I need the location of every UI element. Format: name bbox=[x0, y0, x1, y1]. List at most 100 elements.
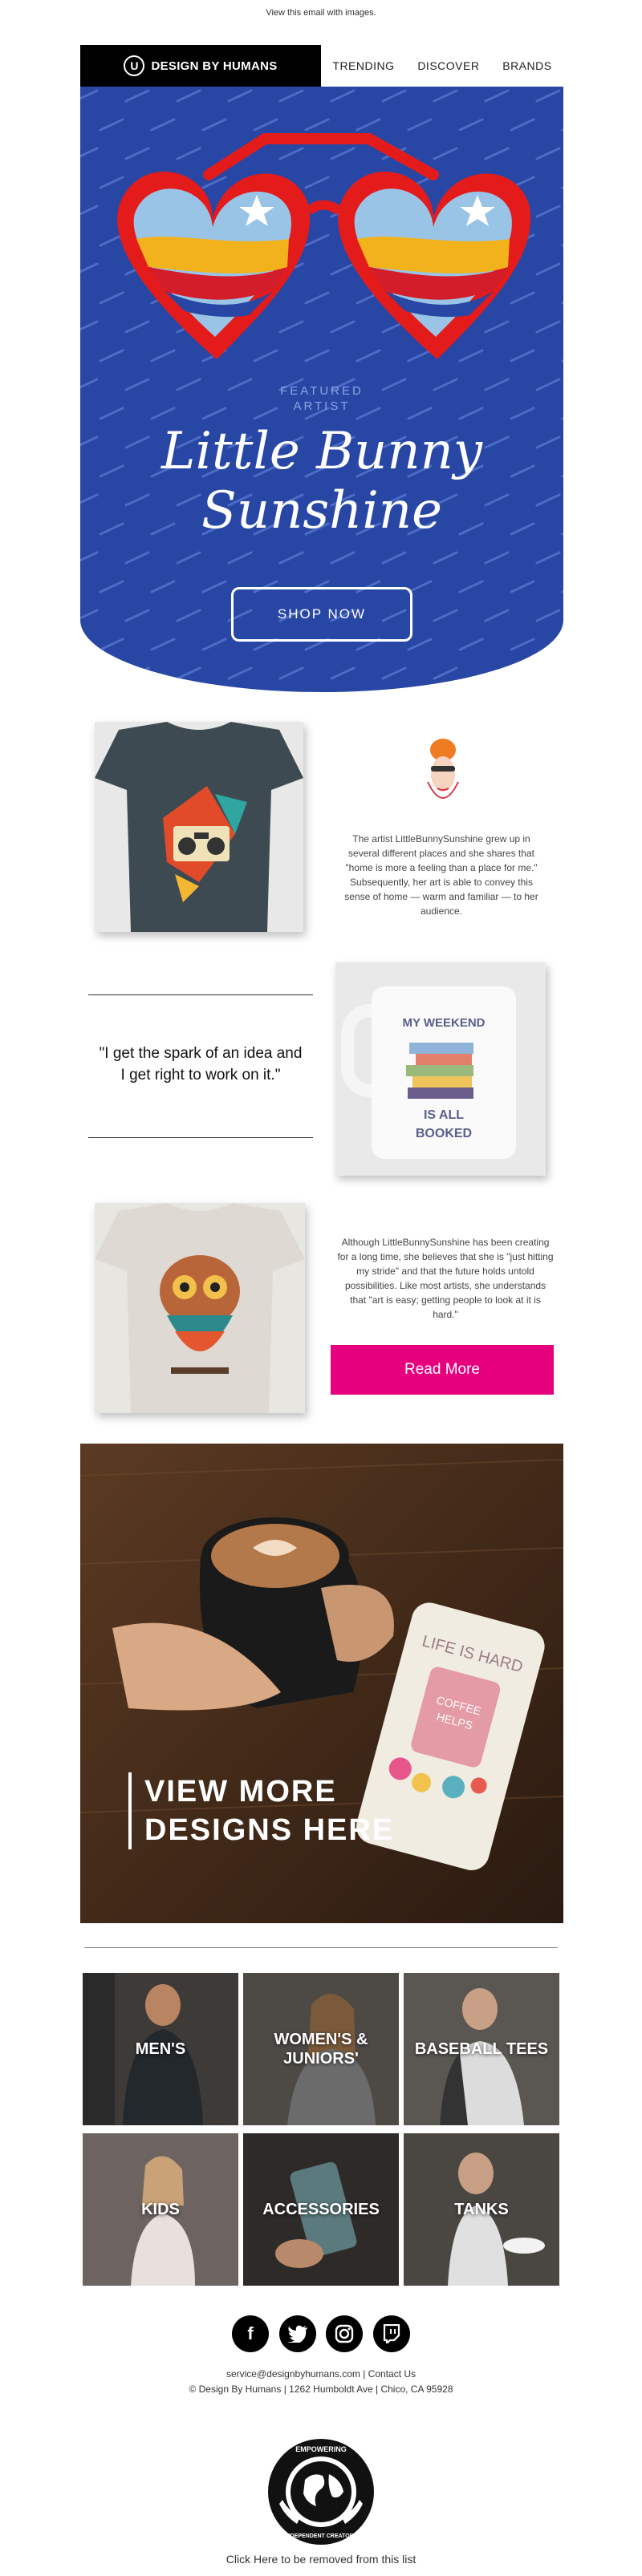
hero-pattern-dash bbox=[560, 233, 563, 248]
hero-pattern-dash bbox=[457, 637, 485, 652]
artist-bio-text: The artist LittleBunnySunshine grew up i… bbox=[344, 833, 538, 917]
mug-text-line1: MY WEEKEND bbox=[402, 1016, 485, 1030]
category-accessories[interactable]: ACCESSORIES bbox=[243, 2133, 399, 2286]
hero-pattern-dash bbox=[560, 117, 563, 132]
logo-text: DESIGN BY HUMANS bbox=[151, 59, 278, 73]
badge-top-text: EMPOWERING bbox=[295, 2445, 347, 2453]
hero-banner[interactable]: FEATURED ARTIST Little Bunny Sunshine SH… bbox=[80, 87, 563, 692]
hero-pattern-dash bbox=[149, 579, 177, 594]
brand-logo[interactable]: U DESIGN BY HUMANS bbox=[80, 45, 321, 87]
category-womens-juniors[interactable]: WOMEN'S & JUNIORS' bbox=[243, 1973, 399, 2125]
nav-trending-link[interactable]: TRENDING bbox=[332, 59, 394, 72]
mug-text-line3: BOOKED bbox=[416, 1127, 472, 1140]
hero-pattern-dash bbox=[560, 637, 563, 652]
hero-pattern-dash bbox=[278, 88, 305, 103]
featured-artist-label: FEATURED ARTIST bbox=[280, 384, 364, 413]
category-baseball-tees[interactable]: BASEBALL TEES bbox=[404, 1973, 559, 2125]
hero-pattern-dash bbox=[432, 88, 459, 103]
product-image-owl-tee[interactable] bbox=[95, 1203, 305, 1413]
hero-pattern-dash bbox=[380, 666, 408, 681]
hero-pattern-dash bbox=[406, 637, 433, 652]
hero-pattern-dash bbox=[124, 88, 151, 103]
empowering-creators-badge: EMPOWERING INDEPENDENT CREATORS bbox=[268, 2439, 374, 2545]
hero-pattern-dash bbox=[226, 88, 254, 103]
badge-bottom-text: INDEPENDENT CREATORS bbox=[285, 2533, 358, 2539]
top-navigation: U DESIGN BY HUMANS TRENDING DISCOVER BRA… bbox=[80, 45, 563, 87]
hero-pattern-dash bbox=[226, 550, 254, 565]
hero-pattern-dash bbox=[509, 637, 536, 652]
view-more-designs-banner[interactable]: LIFE IS HARD COFFEE HELPS VIEW MORE DESI… bbox=[80, 1444, 563, 1923]
hero-pattern-dash bbox=[175, 88, 202, 103]
hero-pattern-dash bbox=[124, 608, 151, 623]
hero-pattern-dash bbox=[329, 666, 356, 681]
hero-pattern-dash bbox=[329, 88, 356, 103]
nav-brands-link[interactable]: BRANDS bbox=[502, 59, 551, 72]
hero-pattern-dash bbox=[80, 550, 100, 565]
quote-top-rule bbox=[88, 994, 313, 995]
product-image-boombox-tee[interactable] bbox=[95, 722, 303, 932]
hero-pattern-dash bbox=[560, 348, 563, 363]
hero-pattern-dash bbox=[534, 608, 562, 623]
quote-bottom-rule bbox=[88, 1137, 313, 1138]
category-womens-label: WOMEN'S & JUNIORS' bbox=[274, 2031, 368, 2068]
mug-text-line2: IS ALL bbox=[424, 1108, 464, 1122]
logo-mark-icon: U bbox=[124, 55, 145, 76]
hero-pattern-dash bbox=[201, 579, 228, 594]
hero-pattern-dash bbox=[98, 579, 125, 594]
category-tanks-label: TANKS bbox=[454, 2201, 509, 2218]
artist-story-text: Although LittleBunnySunshine has been cr… bbox=[337, 1237, 554, 1320]
artist-name-title: Little Bunny Sunshine bbox=[161, 422, 482, 541]
hero-pattern-dash bbox=[432, 666, 459, 681]
hero-pattern-dash bbox=[380, 550, 408, 565]
instagram-icon[interactable] bbox=[326, 2315, 364, 2352]
category-kids-label: KIDS bbox=[141, 2201, 180, 2218]
category-tanks[interactable]: TANKS bbox=[404, 2133, 559, 2286]
artist-avatar-illustration bbox=[427, 739, 459, 799]
facebook-icon[interactable]: f bbox=[232, 2315, 269, 2352]
hero-pattern-dash bbox=[80, 261, 100, 277]
hero-pattern-dash bbox=[380, 88, 408, 103]
nav-discover-link[interactable]: DISCOVER bbox=[417, 59, 479, 72]
hero-pattern-dash bbox=[483, 666, 510, 681]
twitch-icon[interactable] bbox=[372, 2315, 410, 2352]
hero-pattern-dash bbox=[175, 608, 202, 623]
hero-pattern-dash bbox=[201, 637, 228, 652]
hero-pattern-dash bbox=[98, 637, 125, 652]
hero-pattern-dash bbox=[534, 550, 562, 565]
category-kids[interactable]: KIDS bbox=[83, 2133, 238, 2286]
footer-contact-line[interactable]: service@designbyhumans.com | Contact Us bbox=[0, 2368, 642, 2380]
product-image-books-mug[interactable]: MY WEEKEND IS ALL BOOKED bbox=[335, 962, 546, 1176]
social-links: f bbox=[232, 2315, 410, 2352]
shop-now-button[interactable]: SHOP NOW bbox=[231, 587, 412, 642]
twitter-icon[interactable] bbox=[278, 2315, 316, 2352]
category-baseball-label: BASEBALL TEES bbox=[414, 2040, 549, 2058]
hero-pattern-dash bbox=[175, 666, 202, 681]
hero-pattern-dash bbox=[483, 608, 510, 623]
read-more-button[interactable]: Read More bbox=[331, 1345, 554, 1395]
preheader-link[interactable]: View this email with images. bbox=[0, 8, 642, 18]
unsubscribe-link[interactable]: Click Here to be removed from this list bbox=[0, 2553, 642, 2566]
hero-pattern-dash bbox=[278, 666, 305, 681]
hero-pattern-dash bbox=[80, 204, 100, 219]
hero-pattern-dash bbox=[534, 666, 562, 681]
coffee-phone-photo: LIFE IS HARD COFFEE HELPS bbox=[80, 1444, 563, 1923]
owl-tee-illustration bbox=[95, 1203, 305, 1413]
footer-address-line: © Design By Humans | 1262 Humboldt Ave |… bbox=[189, 2384, 453, 2395]
hero-pattern-dash bbox=[278, 550, 305, 565]
hero-pattern-dash bbox=[560, 290, 563, 306]
hero-pattern-dash bbox=[483, 550, 510, 565]
books-mug-illustration: MY WEEKEND IS ALL BOOKED bbox=[341, 986, 516, 1159]
section-divider bbox=[84, 1947, 558, 1948]
heart-sunglasses-illustration bbox=[117, 133, 531, 359]
category-mens[interactable]: MEN'S bbox=[83, 1973, 238, 2125]
hero-pattern-dash bbox=[124, 666, 151, 681]
hero-pattern-dash bbox=[560, 175, 563, 190]
category-accessories-label: ACCESSORIES bbox=[262, 2201, 380, 2218]
hero-pattern-dash bbox=[80, 608, 100, 623]
hero-pattern-dash bbox=[329, 550, 356, 565]
hero-pattern-dash bbox=[124, 550, 151, 565]
view-more-designs-heading: VIEW MORE DESIGNS HERE bbox=[128, 1772, 394, 1849]
hero-pattern-dash bbox=[560, 579, 563, 594]
hero-pattern-dash bbox=[80, 146, 100, 161]
hero-pattern-dash bbox=[509, 579, 536, 594]
